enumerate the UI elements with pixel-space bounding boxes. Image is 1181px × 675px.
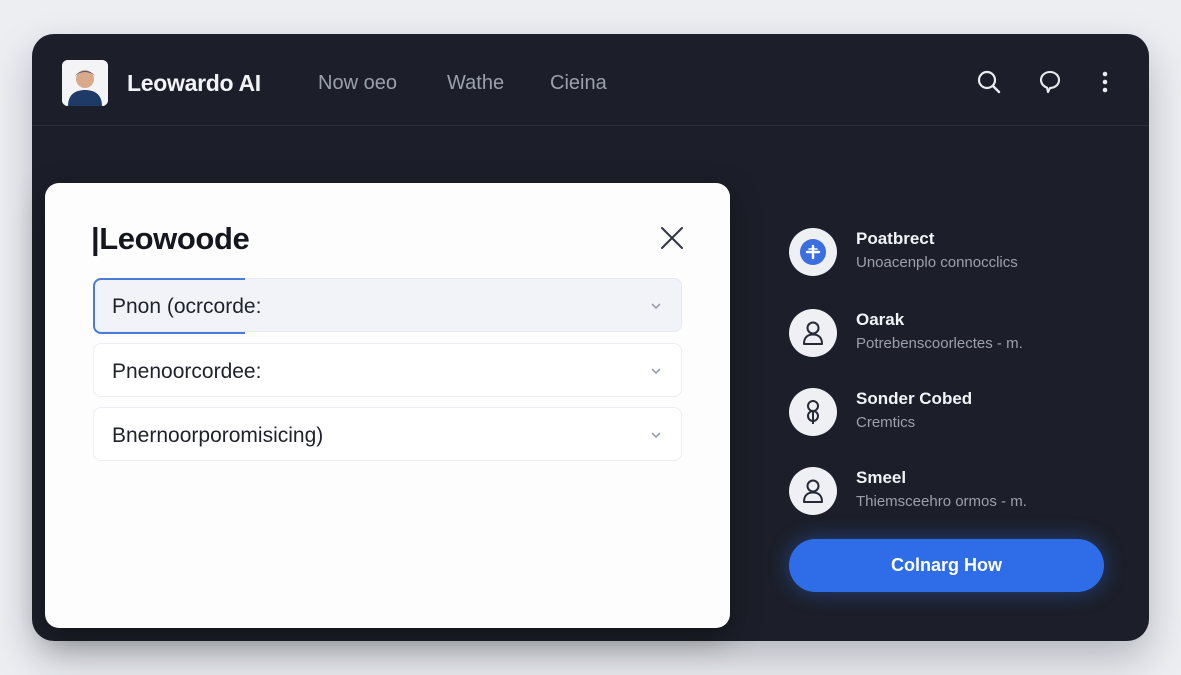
select-field-1-value: Pnon (ocrcorde: — [112, 295, 262, 318]
plus-badge-icon — [789, 228, 837, 276]
chevron-down-icon — [651, 303, 661, 310]
contact-item-4[interactable]: Smeel Thiemsceehro ormos - m. — [757, 459, 1087, 519]
more-vertical-icon[interactable] — [1091, 68, 1119, 96]
nav-link-2[interactable]: Wathe — [447, 72, 504, 95]
dialog: |Leowoode Pnon (ocrcorde: Pnenoorcordee:… — [45, 183, 730, 628]
top-bar: Leowardo AI Now oeo Wathe Cieina — [32, 34, 1149, 126]
cta-button[interactable]: Colnarg How — [789, 539, 1104, 592]
contact-subtitle: Cremtics — [856, 414, 916, 431]
chat-bubble-icon[interactable] — [1036, 68, 1064, 96]
select-field-2[interactable]: Pnenoorcordee: — [93, 343, 682, 397]
person-alt-icon — [789, 388, 837, 436]
select-field-2-value: Pnenoorcordee: — [112, 360, 262, 383]
contact-subtitle: Unoacenplo connocclics — [856, 254, 1018, 271]
nav-link-3[interactable]: Cieina — [550, 72, 607, 95]
contact-item-2[interactable]: Oarak Potrebenscoorlectes - m. — [757, 301, 1087, 361]
contact-item-1[interactable]: Poatbrect Unoacenplo connocclics — [757, 220, 1087, 280]
contact-name: Oarak — [856, 310, 905, 329]
contact-item-3[interactable]: Sonder Cobed Cremtics — [757, 380, 1087, 440]
avatar[interactable] — [62, 60, 108, 106]
chevron-down-icon — [651, 368, 661, 375]
select-field-3[interactable]: Bnernoorporomisicing) — [93, 407, 682, 461]
search-icon[interactable] — [975, 68, 1003, 96]
close-icon[interactable] — [657, 223, 687, 253]
dialog-title: |Leowoode — [91, 221, 250, 256]
contact-name: Sonder Cobed — [856, 389, 973, 408]
user-avatar-icon — [62, 60, 108, 106]
select-field-1[interactable]: Pnon (ocrcorde: — [93, 278, 682, 334]
contact-subtitle: Thiemsceehro ormos - m. — [856, 493, 1027, 510]
brand-name: Leowardo AI — [127, 70, 261, 96]
contact-subtitle: Potrebenscoorlectes - m. — [856, 335, 1023, 352]
person-icon — [789, 467, 837, 515]
person-icon — [789, 309, 837, 357]
chevron-down-icon — [651, 432, 661, 439]
nav-link-1[interactable]: Now oeo — [318, 72, 397, 95]
contact-name: Smeel — [856, 468, 907, 487]
select-field-3-value: Bnernoorporomisicing) — [112, 424, 324, 447]
contact-name: Poatbrect — [856, 229, 935, 248]
